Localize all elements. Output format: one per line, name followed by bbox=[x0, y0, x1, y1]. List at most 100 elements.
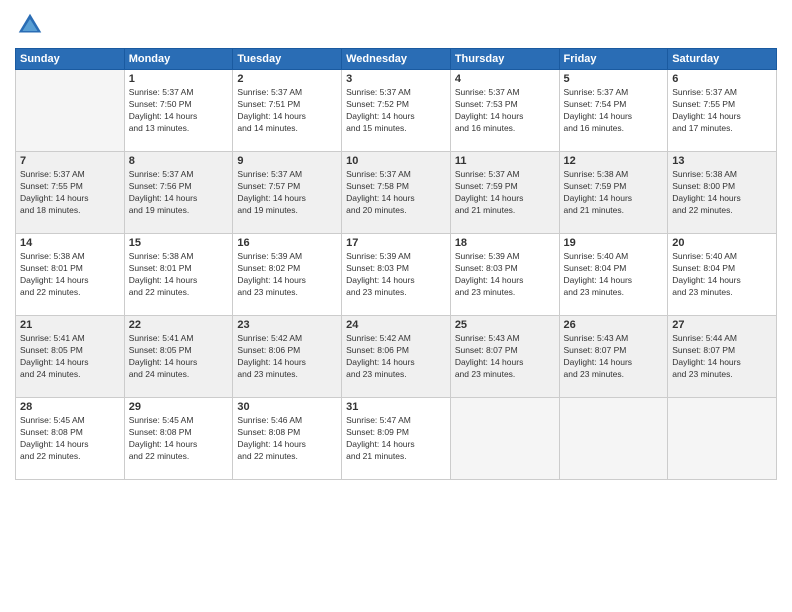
day-number: 17 bbox=[346, 237, 446, 249]
calendar-week-row: 21 Sunrise: 5:41 AM Sunset: 8:05 PM Dayli… bbox=[16, 316, 777, 398]
calendar-day-cell: 27 Sunrise: 5:44 AM Sunset: 8:07 PM Dayli… bbox=[668, 316, 777, 398]
day-number: 2 bbox=[237, 73, 337, 85]
calendar-day-cell: 2 Sunrise: 5:37 AM Sunset: 7:51 PM Daylig… bbox=[233, 70, 342, 152]
day-info: Sunrise: 5:38 AM Sunset: 7:59 PM Dayligh… bbox=[564, 169, 664, 217]
calendar-day-cell: 24 Sunrise: 5:42 AM Sunset: 8:06 PM Dayli… bbox=[342, 316, 451, 398]
day-info: Sunrise: 5:37 AM Sunset: 7:50 PM Dayligh… bbox=[129, 87, 229, 135]
calendar-week-row: 1 Sunrise: 5:37 AM Sunset: 7:50 PM Daylig… bbox=[16, 70, 777, 152]
day-number: 6 bbox=[672, 73, 772, 85]
calendar-day-cell: 10 Sunrise: 5:37 AM Sunset: 7:58 PM Dayli… bbox=[342, 152, 451, 234]
day-number: 25 bbox=[455, 319, 555, 331]
day-info: Sunrise: 5:42 AM Sunset: 8:06 PM Dayligh… bbox=[346, 333, 446, 381]
day-number: 4 bbox=[455, 73, 555, 85]
day-number: 28 bbox=[20, 401, 120, 413]
day-info: Sunrise: 5:37 AM Sunset: 7:56 PM Dayligh… bbox=[129, 169, 229, 217]
weekday-header: Saturday bbox=[668, 49, 777, 70]
day-info: Sunrise: 5:43 AM Sunset: 8:07 PM Dayligh… bbox=[455, 333, 555, 381]
day-number: 15 bbox=[129, 237, 229, 249]
calendar-day-cell: 9 Sunrise: 5:37 AM Sunset: 7:57 PM Daylig… bbox=[233, 152, 342, 234]
day-number: 16 bbox=[237, 237, 337, 249]
day-number: 24 bbox=[346, 319, 446, 331]
day-info: Sunrise: 5:47 AM Sunset: 8:09 PM Dayligh… bbox=[346, 415, 446, 463]
day-number: 8 bbox=[129, 155, 229, 167]
day-number: 26 bbox=[564, 319, 664, 331]
day-info: Sunrise: 5:37 AM Sunset: 7:52 PM Dayligh… bbox=[346, 87, 446, 135]
calendar-day-cell: 16 Sunrise: 5:39 AM Sunset: 8:02 PM Dayli… bbox=[233, 234, 342, 316]
day-number: 11 bbox=[455, 155, 555, 167]
day-number: 1 bbox=[129, 73, 229, 85]
calendar-day-cell: 28 Sunrise: 5:45 AM Sunset: 8:08 PM Dayli… bbox=[16, 398, 125, 480]
weekday-header: Monday bbox=[124, 49, 233, 70]
calendar-week-row: 7 Sunrise: 5:37 AM Sunset: 7:55 PM Daylig… bbox=[16, 152, 777, 234]
day-info: Sunrise: 5:37 AM Sunset: 7:59 PM Dayligh… bbox=[455, 169, 555, 217]
day-info: Sunrise: 5:37 AM Sunset: 7:55 PM Dayligh… bbox=[672, 87, 772, 135]
calendar-day-cell: 7 Sunrise: 5:37 AM Sunset: 7:55 PM Daylig… bbox=[16, 152, 125, 234]
calendar-day-cell: 20Sunrise: 5:40 AM Sunset: 8:04 PM Dayli… bbox=[668, 234, 777, 316]
day-number: 30 bbox=[237, 401, 337, 413]
calendar-day-cell: 23 Sunrise: 5:42 AM Sunset: 8:06 PM Dayli… bbox=[233, 316, 342, 398]
day-info: Sunrise: 5:39 AM Sunset: 8:03 PM Dayligh… bbox=[455, 251, 555, 299]
calendar-day-cell: 8 Sunrise: 5:37 AM Sunset: 7:56 PM Daylig… bbox=[124, 152, 233, 234]
header bbox=[15, 10, 777, 40]
day-number: 10 bbox=[346, 155, 446, 167]
day-info: Sunrise: 5:40 AM Sunset: 8:04 PM Dayligh… bbox=[672, 251, 772, 299]
calendar-day-cell: 18 Sunrise: 5:39 AM Sunset: 8:03 PM Dayli… bbox=[450, 234, 559, 316]
day-number: 21 bbox=[20, 319, 120, 331]
calendar-day-cell: 31Sunrise: 5:47 AM Sunset: 8:09 PM Dayli… bbox=[342, 398, 451, 480]
day-number: 9 bbox=[237, 155, 337, 167]
calendar-day-cell: 25 Sunrise: 5:43 AM Sunset: 8:07 PM Dayli… bbox=[450, 316, 559, 398]
calendar-day-cell: 22Sunrise: 5:41 AM Sunset: 8:05 PM Dayli… bbox=[124, 316, 233, 398]
day-number: 5 bbox=[564, 73, 664, 85]
calendar-day-cell: 1 Sunrise: 5:37 AM Sunset: 7:50 PM Daylig… bbox=[124, 70, 233, 152]
calendar-day-cell: 5 Sunrise: 5:37 AM Sunset: 7:54 PM Daylig… bbox=[559, 70, 668, 152]
day-number: 19 bbox=[564, 237, 664, 249]
calendar-day-cell: 11 Sunrise: 5:37 AM Sunset: 7:59 PM Dayli… bbox=[450, 152, 559, 234]
weekday-header: Friday bbox=[559, 49, 668, 70]
calendar-day-cell: 12 Sunrise: 5:38 AM Sunset: 7:59 PM Dayli… bbox=[559, 152, 668, 234]
day-info: Sunrise: 5:38 AM Sunset: 8:01 PM Dayligh… bbox=[20, 251, 120, 299]
day-info: Sunrise: 5:42 AM Sunset: 8:06 PM Dayligh… bbox=[237, 333, 337, 381]
day-info: Sunrise: 5:44 AM Sunset: 8:07 PM Dayligh… bbox=[672, 333, 772, 381]
calendar-day-cell: 14Sunrise: 5:38 AM Sunset: 8:01 PM Dayli… bbox=[16, 234, 125, 316]
calendar-day-cell bbox=[16, 70, 125, 152]
calendar-week-row: 14Sunrise: 5:38 AM Sunset: 8:01 PM Dayli… bbox=[16, 234, 777, 316]
calendar-day-cell bbox=[450, 398, 559, 480]
logo-icon bbox=[15, 10, 45, 40]
day-info: Sunrise: 5:37 AM Sunset: 7:55 PM Dayligh… bbox=[20, 169, 120, 217]
day-info: Sunrise: 5:38 AM Sunset: 8:01 PM Dayligh… bbox=[129, 251, 229, 299]
calendar-day-cell: 3 Sunrise: 5:37 AM Sunset: 7:52 PM Daylig… bbox=[342, 70, 451, 152]
day-info: Sunrise: 5:45 AM Sunset: 8:08 PM Dayligh… bbox=[129, 415, 229, 463]
day-number: 7 bbox=[20, 155, 120, 167]
calendar-day-cell: 19 Sunrise: 5:40 AM Sunset: 8:04 PM Dayli… bbox=[559, 234, 668, 316]
day-number: 29 bbox=[129, 401, 229, 413]
day-number: 23 bbox=[237, 319, 337, 331]
day-info: Sunrise: 5:43 AM Sunset: 8:07 PM Dayligh… bbox=[564, 333, 664, 381]
day-info: Sunrise: 5:45 AM Sunset: 8:08 PM Dayligh… bbox=[20, 415, 120, 463]
day-info: Sunrise: 5:37 AM Sunset: 7:51 PM Dayligh… bbox=[237, 87, 337, 135]
day-number: 13 bbox=[672, 155, 772, 167]
weekday-header: Tuesday bbox=[233, 49, 342, 70]
calendar-header-row: SundayMondayTuesdayWednesdayThursdayFrid… bbox=[16, 49, 777, 70]
day-number: 18 bbox=[455, 237, 555, 249]
calendar-day-cell: 29 Sunrise: 5:45 AM Sunset: 8:08 PM Dayli… bbox=[124, 398, 233, 480]
day-info: Sunrise: 5:37 AM Sunset: 7:58 PM Dayligh… bbox=[346, 169, 446, 217]
day-number: 12 bbox=[564, 155, 664, 167]
calendar-day-cell: 21 Sunrise: 5:41 AM Sunset: 8:05 PM Dayli… bbox=[16, 316, 125, 398]
day-info: Sunrise: 5:41 AM Sunset: 8:05 PM Dayligh… bbox=[129, 333, 229, 381]
day-number: 3 bbox=[346, 73, 446, 85]
calendar-day-cell: 13Sunrise: 5:38 AM Sunset: 8:00 PM Dayli… bbox=[668, 152, 777, 234]
day-info: Sunrise: 5:37 AM Sunset: 7:54 PM Dayligh… bbox=[564, 87, 664, 135]
day-info: Sunrise: 5:39 AM Sunset: 8:02 PM Dayligh… bbox=[237, 251, 337, 299]
calendar-day-cell: 4Sunrise: 5:37 AM Sunset: 7:53 PM Daylig… bbox=[450, 70, 559, 152]
day-info: Sunrise: 5:40 AM Sunset: 8:04 PM Dayligh… bbox=[564, 251, 664, 299]
calendar-day-cell: 15 Sunrise: 5:38 AM Sunset: 8:01 PM Dayli… bbox=[124, 234, 233, 316]
calendar-week-row: 28 Sunrise: 5:45 AM Sunset: 8:08 PM Dayli… bbox=[16, 398, 777, 480]
day-info: Sunrise: 5:37 AM Sunset: 7:57 PM Dayligh… bbox=[237, 169, 337, 217]
calendar-day-cell: 6 Sunrise: 5:37 AM Sunset: 7:55 PM Daylig… bbox=[668, 70, 777, 152]
day-number: 27 bbox=[672, 319, 772, 331]
day-info: Sunrise: 5:41 AM Sunset: 8:05 PM Dayligh… bbox=[20, 333, 120, 381]
calendar-day-cell: 26 Sunrise: 5:43 AM Sunset: 8:07 PM Dayli… bbox=[559, 316, 668, 398]
calendar-day-cell: 30 Sunrise: 5:46 AM Sunset: 8:08 PM Dayli… bbox=[233, 398, 342, 480]
weekday-header: Thursday bbox=[450, 49, 559, 70]
day-info: Sunrise: 5:46 AM Sunset: 8:08 PM Dayligh… bbox=[237, 415, 337, 463]
